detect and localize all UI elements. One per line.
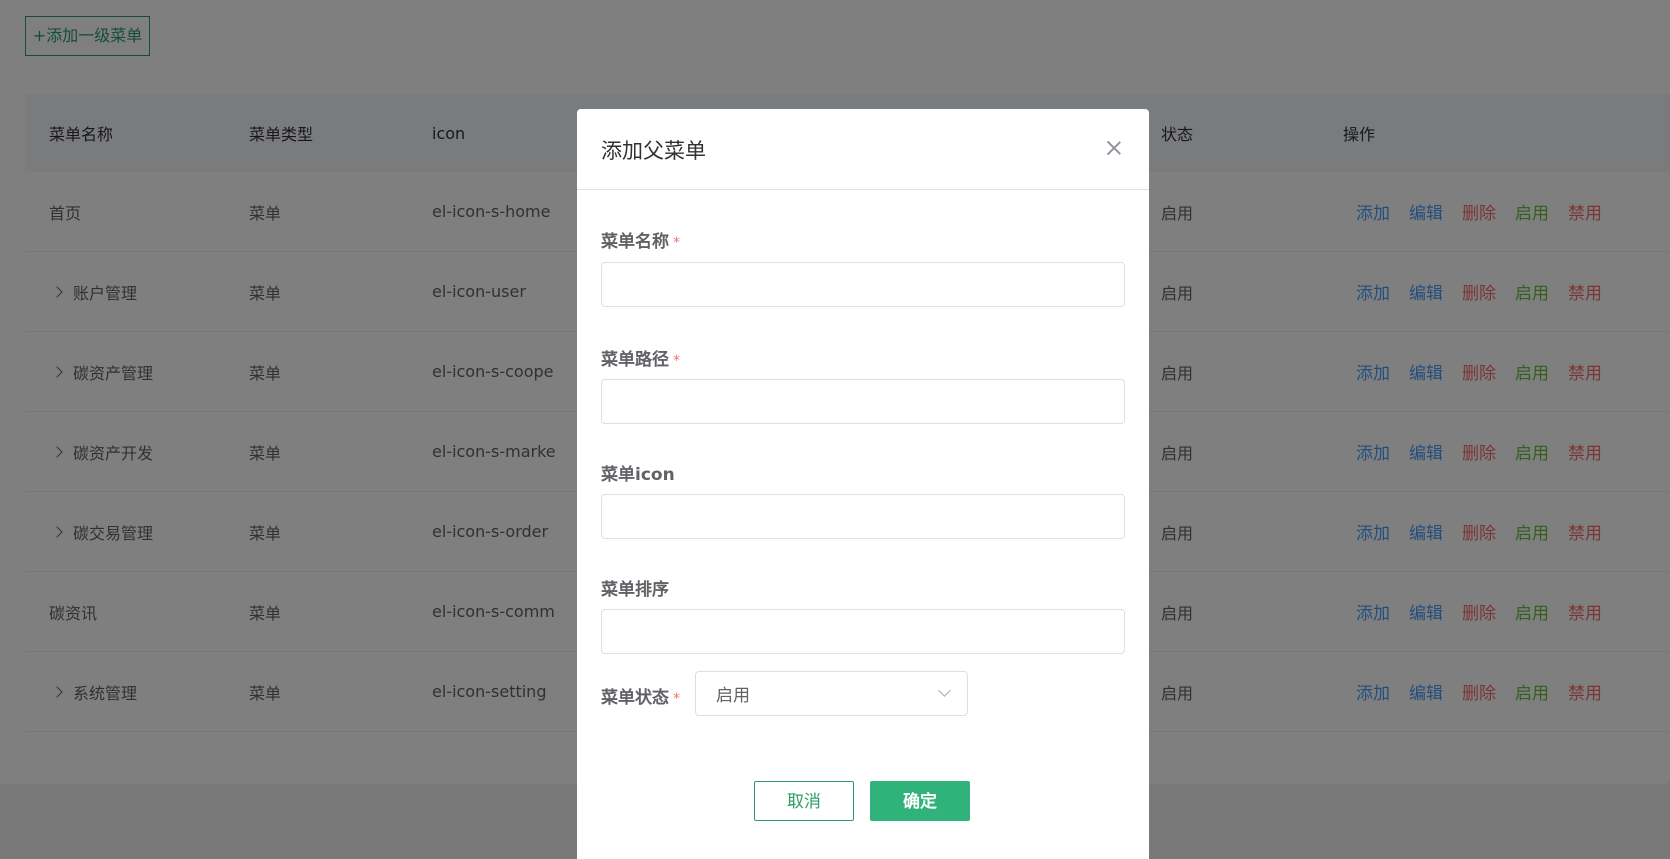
cancel-button[interactable]: 取消 [754,781,854,821]
menu-name-label: 菜单名称 * [601,227,680,252]
chevron-down-icon [938,684,951,697]
menu-status-select[interactable]: 启用 [695,671,968,716]
menu-icon-input[interactable] [601,494,1125,539]
required-mark: * [673,235,680,251]
add-parent-menu-dialog: 添加父菜单 菜单名称 * 菜单路径 * 菜单icon 菜单排序 菜单状态 * 启用 取… [577,109,1149,859]
dialog-title: 添加父菜单 [601,139,706,163]
close-icon[interactable] [1103,137,1125,159]
dialog-header: 添加父菜单 [577,109,1149,190]
menu-order-label: 菜单排序 [601,580,669,600]
menu-path-label: 菜单路径 * [601,345,680,370]
menu-name-label-text: 菜单名称 [601,232,669,252]
menu-status-value: 启用 [716,686,750,706]
required-mark: * [673,353,680,369]
menu-status-label-text: 菜单状态 [601,688,669,708]
menu-status-label: 菜单状态 * [601,683,680,708]
menu-name-input[interactable] [601,262,1125,307]
required-mark: * [673,691,680,707]
menu-path-label-text: 菜单路径 [601,350,669,370]
confirm-button[interactable]: 确定 [870,781,970,821]
menu-path-input[interactable] [601,379,1125,424]
menu-order-input[interactable] [601,609,1125,654]
menu-icon-label: 菜单icon [601,465,675,485]
